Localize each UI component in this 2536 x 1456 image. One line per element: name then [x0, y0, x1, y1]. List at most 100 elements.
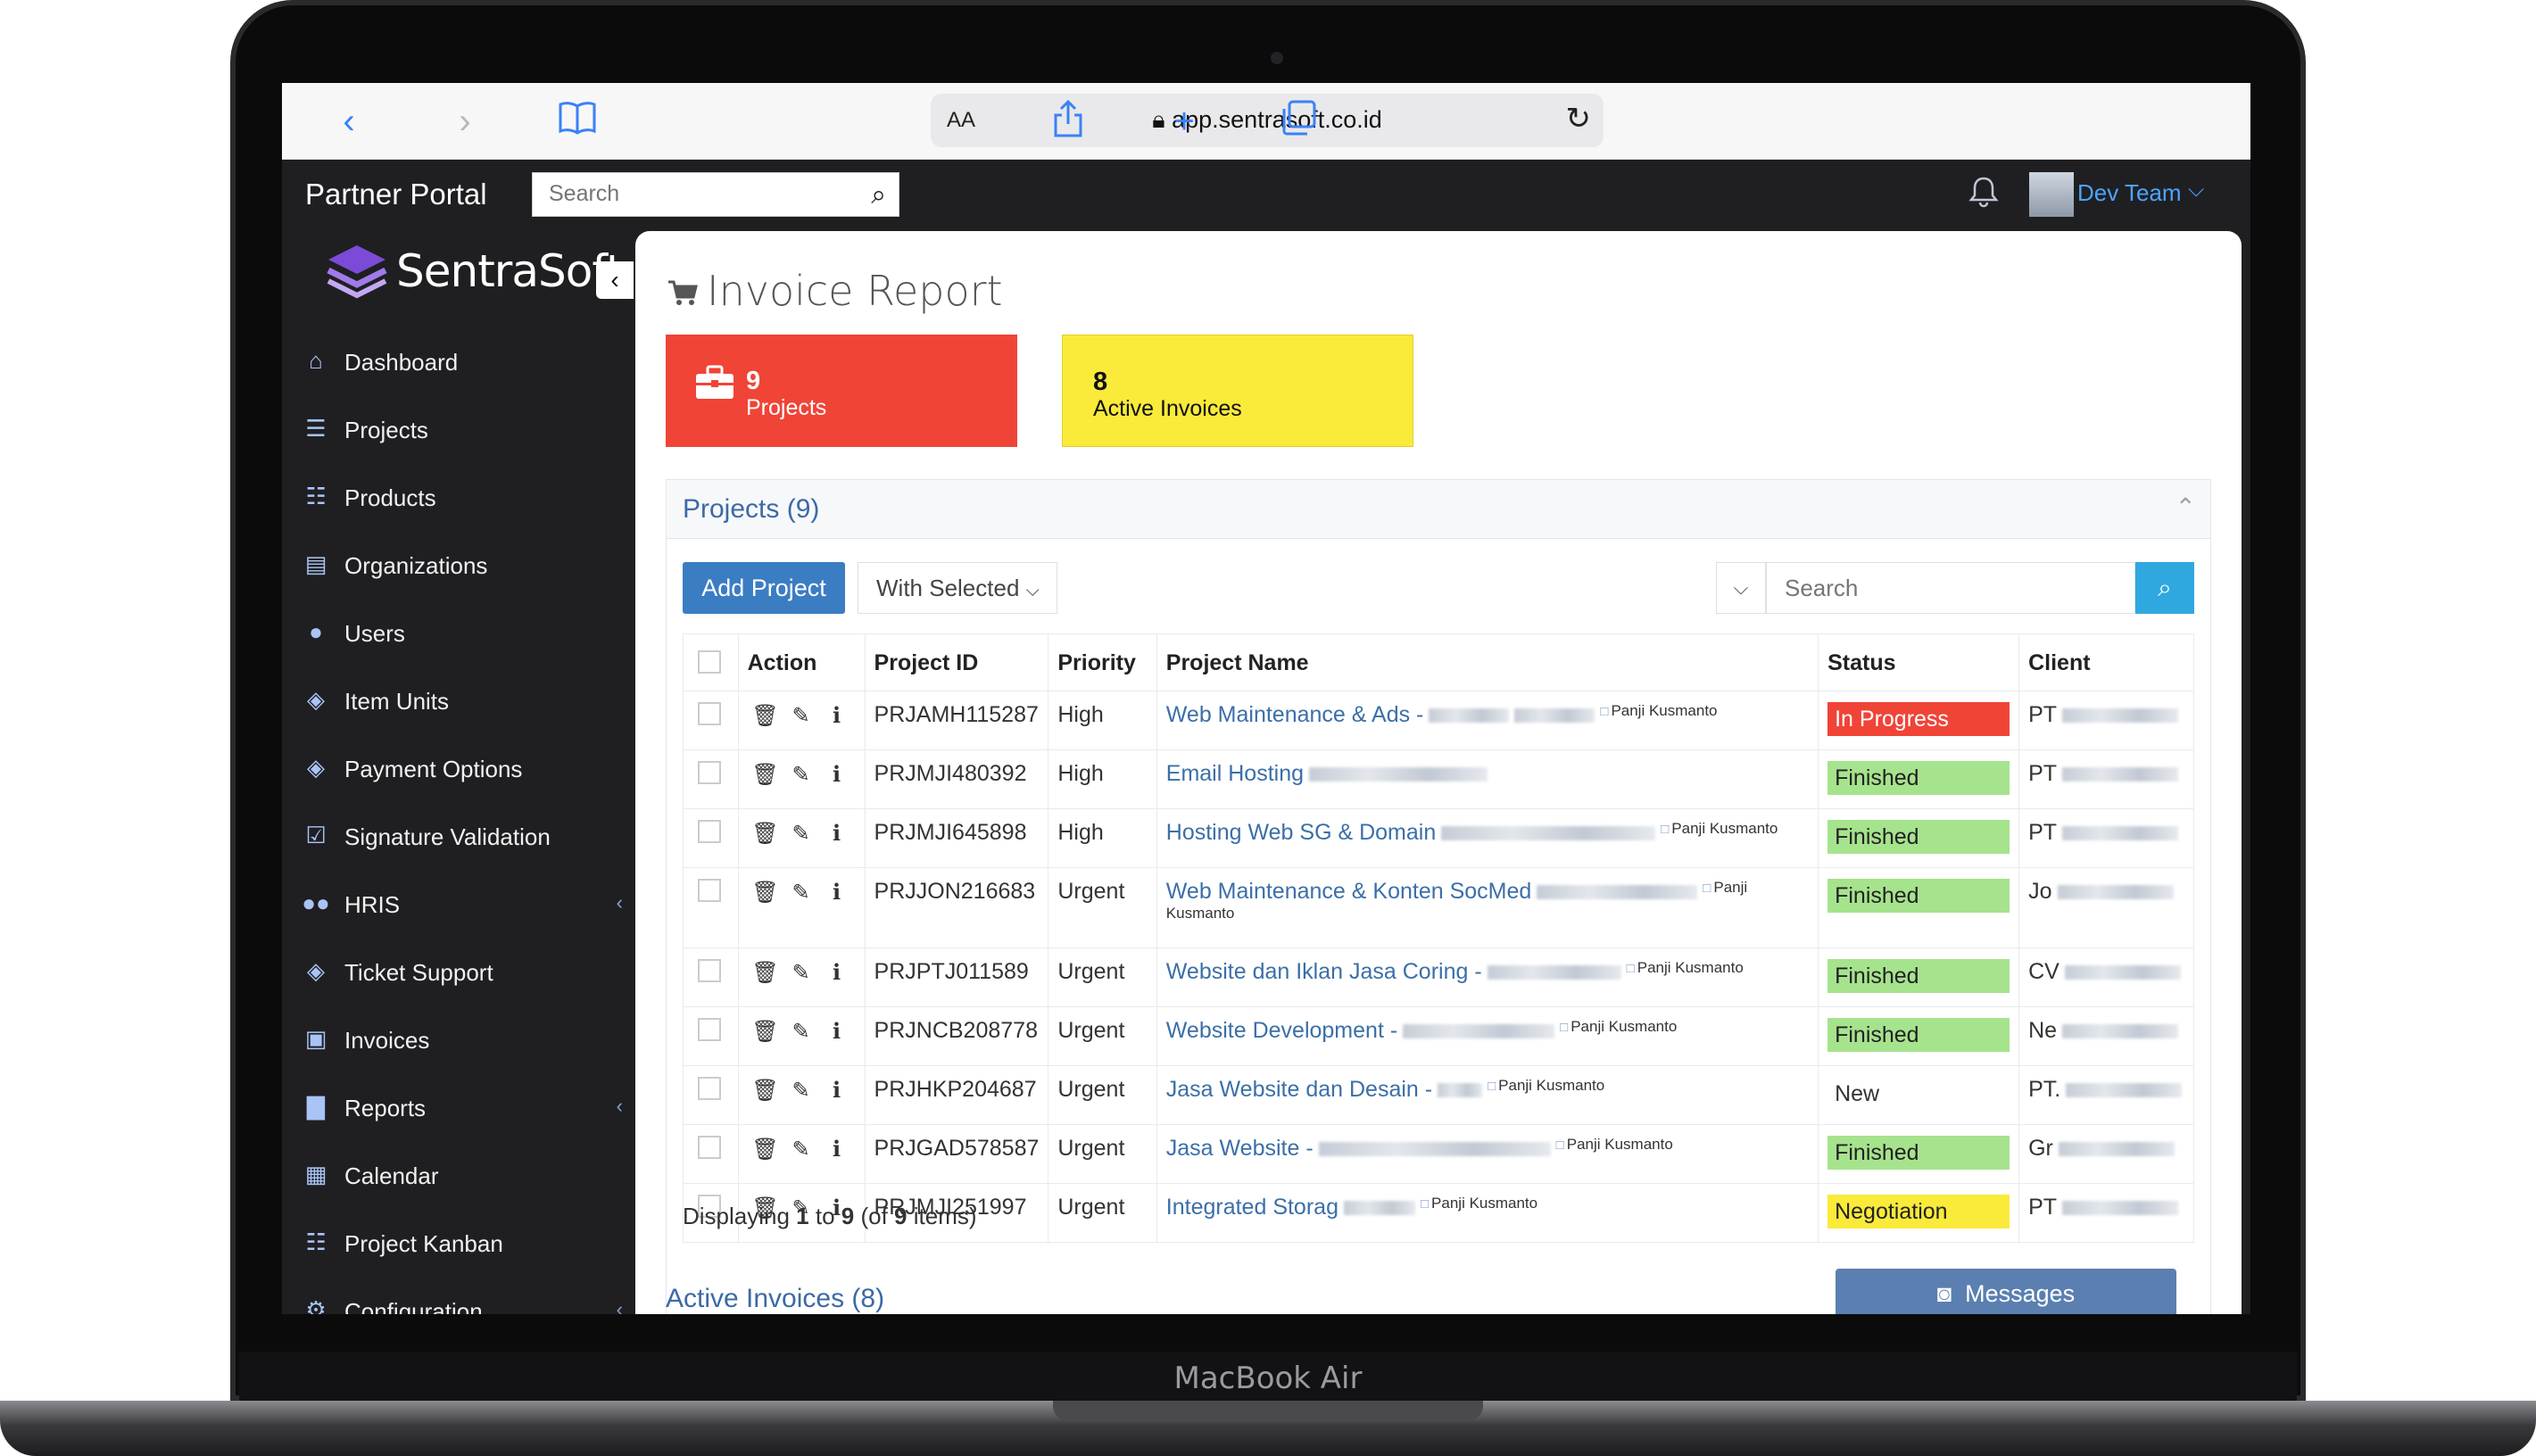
table-row[interactable]: 🗑︎ ✎ i PRJNCB208778 Urgent Website Developmen… [683, 1006, 2194, 1066]
project-name-link[interactable]: Website dan Iklan Jasa Coring - [1166, 959, 1482, 984]
search-button[interactable]: ⌕ [2135, 562, 2194, 614]
project-name-link[interactable]: Integrated Storag [1166, 1195, 1338, 1220]
column-header-priority[interactable]: Priority [1048, 633, 1157, 691]
reload-icon[interactable]: ↻ [1566, 101, 1592, 136]
trash-icon[interactable]: 🗑︎ [748, 821, 783, 847]
project-name-link[interactable]: Web Maintenance & Konten SocMed [1166, 879, 1532, 904]
sidebar-item-ticket-support[interactable]: ◈ Ticket Support [302, 948, 623, 995]
back-icon[interactable]: ‹ [327, 99, 371, 144]
bookmarks-icon[interactable] [555, 99, 600, 144]
row-checkbox[interactable] [698, 702, 721, 725]
chevron-down-icon[interactable]: ⌵ [2188, 178, 2204, 203]
search-filter-dropdown[interactable]: ⌵ [1716, 562, 1766, 614]
projects-panel-header[interactable]: Projects (9) ⌃ [667, 480, 2210, 539]
project-name-link[interactable]: Hosting Web SG & Domain [1166, 820, 1436, 845]
stat-card-active-invoices[interactable]: 8 Active Invoices [1062, 335, 1413, 447]
info-icon[interactable]: i [819, 1018, 855, 1044]
sidebar-collapse-button[interactable]: ‹ [596, 261, 634, 299]
avatar[interactable] [2029, 172, 2074, 217]
column-header-client[interactable]: Client [2018, 633, 2194, 691]
sidebar-item-dashboard[interactable]: ⌂ Dashboard [302, 338, 623, 385]
sidebar-item-item-units[interactable]: ◈ Item Units [302, 677, 623, 724]
header-search-input[interactable] [533, 173, 836, 214]
address-bar[interactable]: AA 🔒︎ app.sentrasoft.co.id ↻ [931, 94, 1604, 147]
with-selected-dropdown[interactable]: With Selected ⌵ [858, 562, 1057, 614]
row-checkbox[interactable] [698, 1077, 721, 1100]
status-cell: Negotiation [1818, 1183, 2020, 1243]
column-header-status[interactable]: Status [1818, 633, 2020, 691]
sidebar-item-calendar[interactable]: ▦ Calendar [302, 1152, 623, 1198]
row-checkbox[interactable] [698, 1018, 721, 1041]
trash-icon[interactable]: 🗑︎ [748, 880, 783, 906]
row-checkbox[interactable] [698, 820, 721, 843]
table-row[interactable]: 🗑︎ ✎ i PRJPTJ011589 Urgent Website dan Iklan … [683, 947, 2194, 1007]
edit-icon[interactable]: ✎ [783, 1019, 819, 1045]
info-icon[interactable]: i [819, 702, 855, 728]
table-row[interactable]: 🗑︎ ✎ i PRJMJI480392 High Email Hosting Finishe… [683, 749, 2194, 809]
new-tab-icon[interactable]: + [1162, 99, 1206, 144]
sidebar-item-project-kanban[interactable]: ☷ Project Kanban [302, 1220, 623, 1266]
user-menu[interactable]: Dev Team [2077, 179, 2182, 207]
redacted-text [2062, 767, 2179, 782]
row-checkbox[interactable] [698, 1136, 721, 1159]
messages-button[interactable]: ◙ Messages [1836, 1269, 2176, 1314]
info-icon[interactable]: i [819, 1136, 855, 1162]
edit-icon[interactable]: ✎ [783, 762, 819, 788]
search-icon[interactable]: ⌕ [871, 180, 886, 211]
edit-icon[interactable]: ✎ [783, 821, 819, 847]
sidebar-item-projects[interactable]: ☰ Projects [302, 406, 623, 452]
table-row[interactable]: 🗑︎ ✎ i PRJMJI645898 High Hosting Web SG & Dom… [683, 808, 2194, 868]
project-name-link[interactable]: Web Maintenance & Ads - [1166, 702, 1424, 727]
table-search-input[interactable] [1767, 563, 2134, 613]
share-icon[interactable] [1046, 99, 1090, 144]
trash-icon[interactable]: 🗑︎ [748, 762, 783, 788]
chevron-left-icon: ‹ [616, 1298, 623, 1314]
sidebar-item-payment-options[interactable]: ◈ Payment Options [302, 745, 623, 791]
tabs-icon[interactable] [1276, 99, 1321, 144]
sidebar-item-signature-validation[interactable]: ☑ Signature Validation [302, 813, 623, 859]
trash-icon[interactable]: 🗑︎ [748, 1137, 783, 1162]
table-row[interactable]: 🗑︎✎iPRJGAD578587UrgentJasa Website -Panj… [683, 1124, 2194, 1184]
column-header-project-name[interactable]: Project Name [1156, 633, 1819, 691]
info-icon[interactable]: i [819, 1077, 855, 1103]
table-row[interactable]: 🗑︎ ✎ i PRJHKP204687 Urgent Jasa Website dan D… [683, 1065, 2194, 1125]
add-project-button[interactable]: Add Project [683, 562, 845, 614]
edit-icon[interactable]: ✎ [783, 880, 819, 906]
sidebar-item-invoices[interactable]: ▣ Invoices [302, 1016, 623, 1063]
client-name: PT. [2028, 1077, 2061, 1102]
trash-icon[interactable]: 🗑︎ [748, 703, 783, 729]
row-checkbox[interactable] [698, 879, 721, 902]
edit-icon[interactable]: ✎ [783, 703, 819, 729]
active-invoices-panel-title[interactable]: Active Invoices (8) [666, 1284, 884, 1314]
project-name-link[interactable]: Email Hosting [1166, 761, 1304, 786]
sidebar-item-reports[interactable]: ▇ Reports ‹ [302, 1084, 623, 1130]
sidebar-item-users[interactable]: ● Users [302, 609, 623, 656]
table-row[interactable]: 🗑︎ ✎ i PRJAMH115287 High Web Maintenance & Ad… [683, 691, 2194, 750]
row-checkbox[interactable] [698, 959, 721, 982]
row-checkbox[interactable] [698, 761, 721, 784]
edit-icon[interactable]: ✎ [783, 960, 819, 986]
project-name-link[interactable]: Website Development - [1166, 1018, 1397, 1043]
trash-icon[interactable]: 🗑︎ [748, 960, 783, 986]
info-icon[interactable]: i [819, 879, 855, 905]
info-icon[interactable]: i [819, 820, 855, 846]
bell-icon[interactable] [1968, 176, 1999, 216]
trash-icon[interactable]: 🗑︎ [748, 1019, 783, 1045]
edit-icon[interactable]: ✎ [783, 1137, 819, 1162]
project-name-link[interactable]: Jasa Website dan Desain - [1166, 1077, 1432, 1102]
edit-icon[interactable]: ✎ [783, 1078, 819, 1104]
sidebar-item-hris[interactable]: ●● HRIS ‹ [302, 881, 623, 927]
forward-icon[interactable]: › [443, 99, 487, 144]
select-all-checkbox[interactable] [698, 650, 721, 674]
column-header-project-id[interactable]: Project ID [864, 633, 1049, 691]
info-icon[interactable]: i [819, 761, 855, 787]
trash-icon[interactable]: 🗑︎ [748, 1078, 783, 1104]
chevron-up-icon[interactable]: ⌃ [2175, 492, 2196, 522]
info-icon[interactable]: i [819, 959, 855, 985]
sidebar-item-configuration[interactable]: ⚙ Configuration ‹ [302, 1287, 623, 1314]
project-name-link[interactable]: Jasa Website - [1166, 1136, 1314, 1161]
stat-card-projects[interactable]: 9 Projects [666, 335, 1017, 447]
sidebar-item-products[interactable]: ☷ Products [302, 474, 623, 520]
sidebar-item-organizations[interactable]: ▤ Organizations [302, 542, 623, 588]
table-row[interactable]: 🗑︎ ✎ i PRJJON216683 Urgent Web Maintenance & … [683, 867, 2194, 948]
